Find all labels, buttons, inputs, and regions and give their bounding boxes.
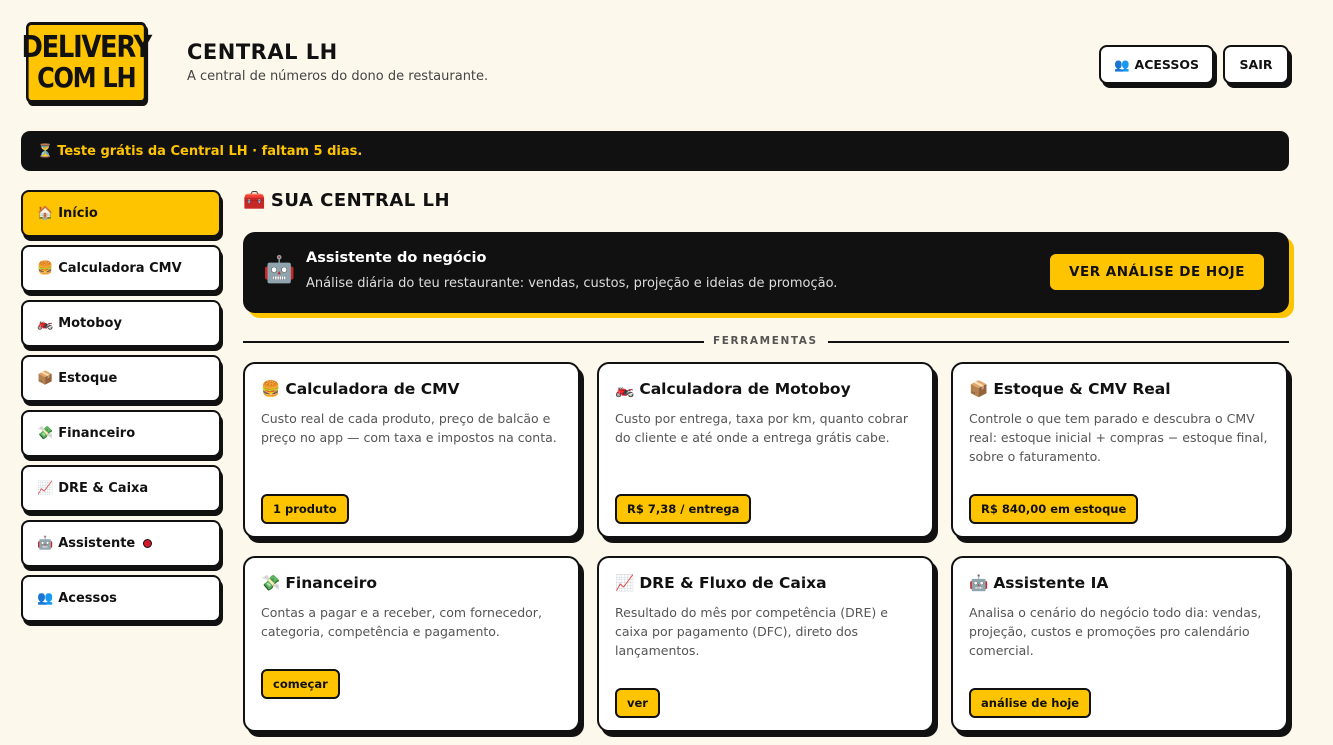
- card-tag[interactable]: R$ 840,00 em estoque: [969, 494, 1139, 524]
- card-title-text: Calculadora de CMV: [285, 380, 460, 398]
- card-description: Custo por entrega, taxa por km, quanto c…: [615, 411, 908, 445]
- sidebar-item-estoque[interactable]: 📦 Estoque: [21, 355, 221, 402]
- sidebar-item-label: Acessos: [58, 591, 117, 606]
- robot-icon: 🤖: [263, 255, 296, 285]
- card-description: Custo real de cada produto, preço de bal…: [261, 411, 557, 445]
- app-title: CENTRAL LH: [187, 40, 338, 64]
- sidebar-item-acessos[interactable]: 👥 Acessos: [21, 575, 221, 622]
- package-icon: 📦: [969, 380, 989, 398]
- sidebar-item-calculadora-cmv[interactable]: 🍔 Calculadora CMV: [21, 245, 221, 292]
- logout-button-label: SAIR: [1239, 57, 1273, 72]
- card-title: 🏍️ Calculadora de Motoboy: [615, 380, 916, 398]
- tool-card-dre[interactable]: 📈 DRE & Fluxo de Caixa Resultado do mês …: [597, 556, 934, 732]
- money-icon: 💸: [261, 574, 281, 592]
- money-icon: 💸: [37, 426, 54, 441]
- logo-line-2: COM LH: [37, 60, 137, 94]
- card-description: Contas a pagar e a receber, com forneced…: [261, 605, 542, 639]
- trial-text: Teste grátis da Central LH · faltam 5 di…: [57, 143, 363, 159]
- burger-icon: 🍔: [261, 380, 281, 398]
- assistant-title: Assistente do negócio: [306, 250, 487, 266]
- tool-card-motoboy[interactable]: 🏍️ Calculadora de Motoboy Custo por entr…: [597, 362, 934, 538]
- sidebar-item-inicio[interactable]: 🏠 Início: [21, 190, 221, 237]
- burger-icon: 🍔: [37, 261, 54, 276]
- sidebar-item-motoboy[interactable]: 🏍️ Motoboy: [21, 300, 221, 347]
- tool-card-estoque[interactable]: 📦 Estoque & CMV Real Controle o que tem …: [951, 362, 1288, 538]
- card-tag[interactable]: começar: [261, 669, 340, 699]
- acessos-button[interactable]: 👥 ACESSOS: [1099, 45, 1214, 84]
- users-icon: 👥: [37, 591, 54, 606]
- page-title: 🧰 SUA CENTRAL LH: [243, 190, 450, 211]
- package-icon: 📦: [37, 371, 54, 386]
- chart-icon: 📈: [615, 574, 635, 592]
- divider-right: [828, 341, 1289, 343]
- acessos-button-label: ACESSOS: [1134, 57, 1200, 72]
- app-subtitle: A central de números do dono de restaura…: [187, 69, 489, 84]
- card-tag[interactable]: 1 produto: [261, 494, 349, 524]
- card-title-text: Financeiro: [285, 574, 378, 592]
- motorcycle-icon: 🏍️: [37, 316, 54, 331]
- sidebar-item-label: Financeiro: [58, 426, 136, 441]
- robot-icon: 🤖: [969, 574, 989, 592]
- card-title-text: Assistente IA: [993, 574, 1109, 592]
- card-description: Controle o que tem parado e descubra o C…: [969, 411, 1268, 464]
- assistant-description: Análise diária do teu restaurante: venda…: [306, 276, 838, 291]
- chart-icon: 📈: [37, 481, 54, 496]
- sidebar-item-label: Estoque: [58, 371, 118, 386]
- home-icon: 🏠: [37, 206, 54, 221]
- view-todays-analysis-button[interactable]: VER ANÁLISE DE HOJE: [1048, 252, 1266, 292]
- card-title-text: Calculadora de Motoboy: [639, 380, 851, 398]
- tools-divider-label: FERRAMENTAS: [713, 335, 818, 347]
- divider-left: [243, 341, 704, 343]
- sidebar-item-label: Assistente: [58, 536, 136, 551]
- users-icon: 👥: [1113, 56, 1130, 72]
- assistant-banner: 🤖 Assistente do negócio Análise diária d…: [243, 232, 1289, 313]
- sidebar-item-label: DRE & Caixa: [58, 481, 149, 496]
- notification-dot: [143, 539, 153, 548]
- tool-card-cmv[interactable]: 🍔 Calculadora de CMV Custo real de cada …: [243, 362, 580, 538]
- motorcycle-icon: 🏍️: [615, 380, 635, 398]
- card-description: Resultado do mês por competência (DRE) e…: [615, 605, 888, 658]
- card-title: 🤖 Assistente IA: [969, 574, 1270, 592]
- card-title: 📈 DRE & Fluxo de Caixa: [615, 574, 916, 592]
- logo-line-1: DELIVERY: [21, 29, 152, 65]
- logout-button[interactable]: SAIR: [1223, 45, 1289, 84]
- card-title: 🍔 Calculadora de CMV: [261, 380, 562, 398]
- sidebar-item-label: Início: [58, 206, 98, 221]
- page-title-text: SUA CENTRAL LH: [270, 190, 451, 211]
- tool-card-assistente[interactable]: 🤖 Assistente IA Analisa o cenário do neg…: [951, 556, 1288, 732]
- card-tag[interactable]: R$ 7,38 / entrega: [615, 494, 752, 524]
- sidebar-item-financeiro[interactable]: 💸 Financeiro: [21, 410, 221, 457]
- toolbox-icon: 🧰: [243, 190, 266, 211]
- hourglass-icon: ⏳: [37, 143, 54, 159]
- card-title-text: Estoque & CMV Real: [993, 380, 1171, 398]
- card-title: 💸 Financeiro: [261, 574, 562, 592]
- sidebar-item-label: Motoboy: [58, 316, 122, 331]
- card-tag[interactable]: ver: [615, 688, 660, 718]
- sidebar-item-assistente[interactable]: 🤖 Assistente: [21, 520, 221, 567]
- robot-icon: 🤖: [37, 536, 54, 551]
- tool-card-financeiro[interactable]: 💸 Financeiro Contas a pagar e a receber,…: [243, 556, 580, 732]
- sidebar-item-dre-caixa[interactable]: 📈 DRE & Caixa: [21, 465, 221, 512]
- card-tag[interactable]: análise de hoje: [969, 688, 1092, 718]
- card-title: 📦 Estoque & CMV Real: [969, 380, 1270, 398]
- card-description: Analisa o cenário do negócio todo dia: v…: [969, 605, 1262, 658]
- brand-logo[interactable]: DELIVERY COM LH: [21, 22, 152, 103]
- trial-banner: ⏳ Teste grátis da Central LH · faltam 5 …: [21, 131, 1289, 171]
- card-title-text: DRE & Fluxo de Caixa: [639, 574, 827, 592]
- sidebar-item-label: Calculadora CMV: [58, 261, 182, 276]
